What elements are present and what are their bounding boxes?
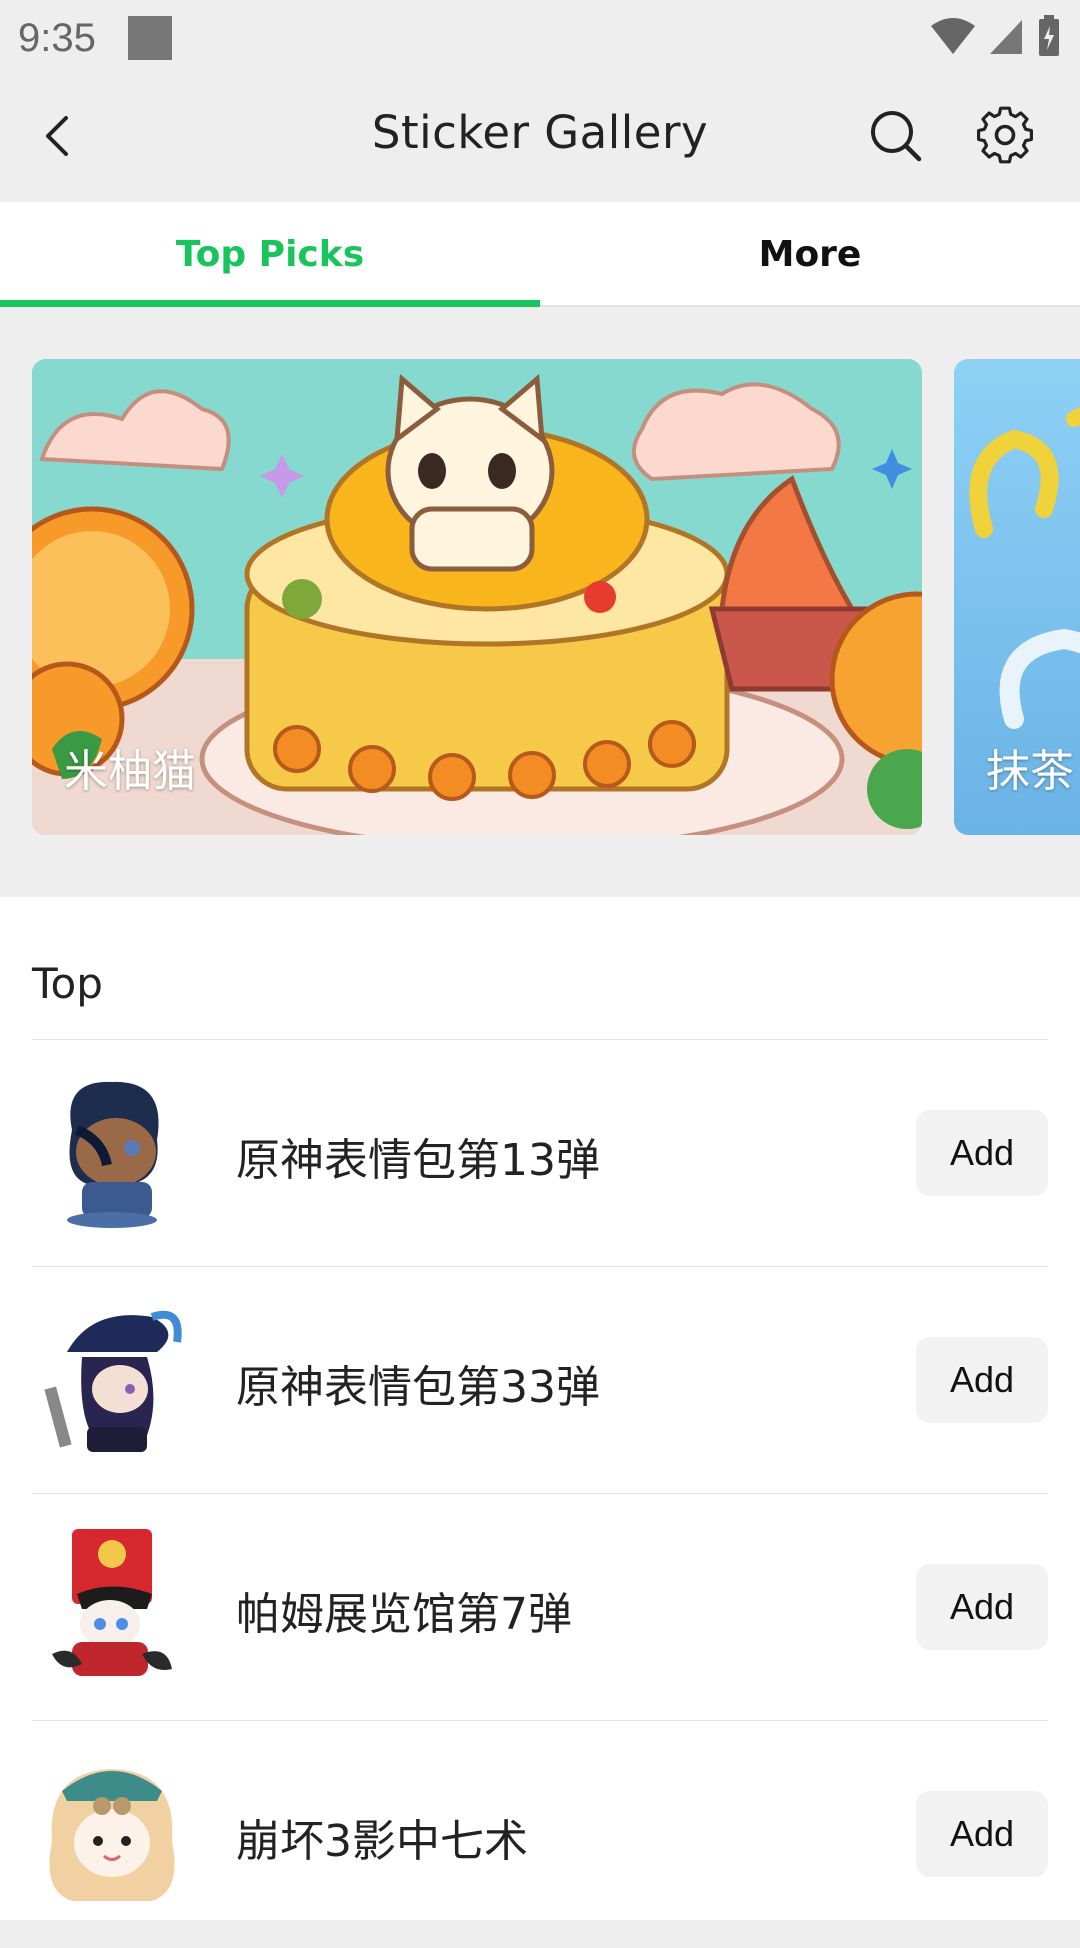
banner-card[interactable]: 抹茶 bbox=[954, 359, 1080, 835]
gear-icon bbox=[977, 106, 1033, 164]
status-bar: 9:35 bbox=[0, 0, 1080, 76]
sticker-title: 帕姆展览馆第7弹 bbox=[236, 1589, 572, 1640]
banner-card[interactable]: 米柚猫 bbox=[32, 359, 922, 835]
tab-more[interactable]: More bbox=[540, 202, 1080, 307]
list-item[interactable]: 原神表情包第13弹 Add bbox=[32, 1040, 1048, 1267]
cell-signal-icon bbox=[990, 20, 1022, 54]
sticker-title: 原神表情包第33弹 bbox=[236, 1362, 600, 1413]
banner-label: 抹茶 bbox=[986, 746, 1074, 797]
wifi-icon bbox=[931, 18, 975, 54]
sticker-thumbnail bbox=[49, 1769, 175, 1901]
app-bar: Sticker Gallery bbox=[0, 76, 1080, 202]
sticker-title: 崩坏3影中七术 bbox=[236, 1816, 528, 1867]
search-button[interactable] bbox=[866, 106, 926, 166]
add-button[interactable]: Add bbox=[916, 1337, 1048, 1423]
add-button[interactable]: Add bbox=[916, 1791, 1048, 1877]
add-button[interactable]: Add bbox=[916, 1110, 1048, 1196]
add-button[interactable]: Add bbox=[916, 1564, 1048, 1650]
sticker-thumbnail bbox=[44, 1310, 182, 1452]
status-icons bbox=[930, 14, 1062, 58]
status-time: 9:35 bbox=[18, 15, 96, 60]
tab-indicator bbox=[0, 300, 540, 307]
tab-bar: Top Picks More bbox=[0, 202, 1080, 307]
banner-label: 米柚猫 bbox=[64, 746, 196, 797]
sticker-thumbnail bbox=[52, 1529, 172, 1676]
battery-charging-icon bbox=[1039, 15, 1059, 56]
banner-carousel: 米柚猫 抹茶 bbox=[0, 307, 1080, 897]
section-title: Top bbox=[32, 959, 103, 1008]
tab-top-picks[interactable]: Top Picks bbox=[0, 202, 540, 307]
list-item[interactable]: 帕姆展览馆第7弹 Add bbox=[32, 1494, 1048, 1721]
list-item[interactable]: 原神表情包第33弹 Add bbox=[32, 1267, 1048, 1494]
sticker-thumbnail bbox=[67, 1081, 159, 1228]
sticker-title: 原神表情包第13弹 bbox=[236, 1135, 600, 1186]
sticker-list-panel: Top 原神表情包第13弹 Add 原神表情包第33弹 Add 帕姆展览馆第7弹… bbox=[0, 897, 1080, 1920]
settings-button[interactable] bbox=[974, 104, 1036, 166]
search-icon bbox=[871, 111, 922, 162]
list-item[interactable]: 崩坏3影中七术 Add bbox=[32, 1721, 1048, 1948]
notification-square-icon bbox=[127, 16, 172, 60]
